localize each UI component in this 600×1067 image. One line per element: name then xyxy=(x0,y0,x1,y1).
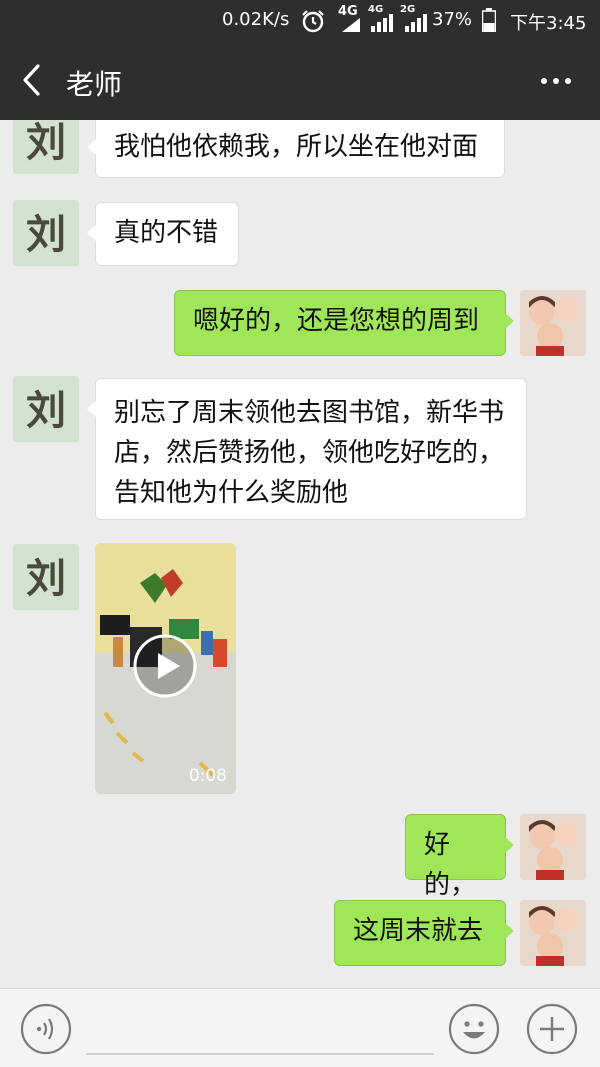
message-list: 刘 我怕他依赖我，所以坐在他对面 刘 真的不错 嗯好的，还是您想的周到 刘 别忘… xyxy=(0,120,600,988)
video-duration: 0:08 xyxy=(188,766,227,786)
chat-title: 老师 xyxy=(66,68,123,101)
plus-icon[interactable] xyxy=(526,1003,578,1055)
input-bar xyxy=(0,988,600,1067)
message-text-line: 别忘了周末领他去图书馆，新华书 xyxy=(114,398,505,428)
more-dots-icon[interactable] xyxy=(536,66,576,96)
message-bubble[interactable]: 我怕他依赖我，所以坐在他对面 xyxy=(87,120,505,178)
svg-text:刘: 刘 xyxy=(26,211,66,258)
message-bubble[interactable]: 这周末就去 xyxy=(334,900,514,966)
status-bar: 0.02K/s 4G 4G 2G 37% 下午3:45 xyxy=(0,0,600,40)
video-message[interactable]: 0:08 xyxy=(95,543,236,794)
message-text: 这周末就去 xyxy=(353,916,484,946)
teacher-avatar[interactable]: 刘 xyxy=(13,376,79,442)
svg-text:刘: 刘 xyxy=(26,120,66,166)
chat-header: 老师 xyxy=(0,40,600,120)
battery-percent: 37% xyxy=(432,9,473,30)
network-speed: 0.02K/s xyxy=(222,9,290,30)
teacher-avatar[interactable]: 刘 xyxy=(13,200,79,266)
message-text: 好的， xyxy=(424,830,477,900)
message-text: 嗯好的，还是您想的周到 xyxy=(193,306,480,336)
message-text: 我怕他依赖我，所以坐在他对面 xyxy=(114,132,479,162)
chevron-left-icon[interactable] xyxy=(18,62,48,98)
message-bubble[interactable]: 真的不错 xyxy=(87,202,239,266)
signal-icon xyxy=(342,18,360,32)
voice-icon[interactable] xyxy=(20,1003,72,1055)
alarm-clock-icon xyxy=(302,10,324,33)
user-avatar[interactable] xyxy=(520,290,586,356)
message-bubble[interactable]: 别忘了周末领他去图书馆，新华书 店，然后赞扬他，领他吃好吃的， 告知他为什么奖励… xyxy=(87,378,527,520)
message-text-line: 店，然后赞扬他，领他吃好吃的， xyxy=(114,438,505,468)
user-avatar[interactable] xyxy=(520,814,586,880)
play-icon[interactable] xyxy=(132,633,198,699)
clock-time: 下午3:45 xyxy=(510,13,587,34)
battery-icon xyxy=(482,8,496,32)
teacher-avatar[interactable]: 刘 xyxy=(13,544,79,610)
user-avatar[interactable] xyxy=(520,900,586,966)
signal-icon xyxy=(371,14,393,32)
svg-text:刘: 刘 xyxy=(26,555,66,602)
signal-icon xyxy=(405,14,427,32)
message-text-line: 告知他为什么奖励他 xyxy=(114,478,349,508)
message-text: 真的不错 xyxy=(114,218,219,248)
svg-text:刘: 刘 xyxy=(26,387,66,434)
message-bubble[interactable]: 好的， xyxy=(405,814,514,900)
message-bubble[interactable]: 嗯好的，还是您想的周到 xyxy=(174,290,514,356)
teacher-avatar[interactable]: 刘 xyxy=(13,120,79,174)
message-input[interactable] xyxy=(86,1003,434,1055)
emoji-icon[interactable] xyxy=(448,1003,500,1055)
